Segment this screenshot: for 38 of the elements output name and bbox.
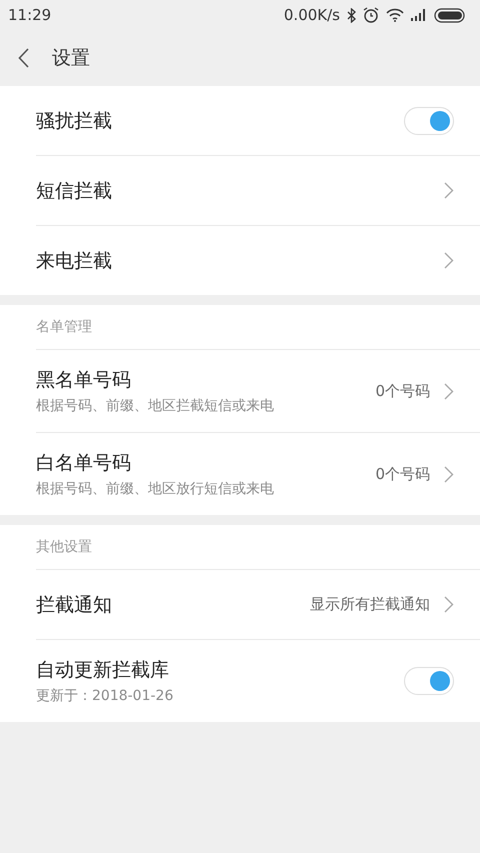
settings-row[interactable]: 白名单号码 根据号码、前缀、地区放行短信或来电 0个号码 [36, 433, 480, 515]
chevron-right-icon [444, 466, 454, 482]
settings-row[interactable]: 自动更新拦截库 更新于：2018-01-26 [36, 640, 480, 722]
section-header: 其他设置 [36, 538, 92, 556]
toggle-switch[interactable] [404, 106, 454, 134]
status-time: 11:29 [8, 6, 52, 24]
section-header: 名单管理 [36, 318, 92, 336]
alarm-icon [363, 7, 379, 23]
page-title: 设置 [52, 46, 90, 71]
signal-icon [411, 9, 427, 21]
row-title: 来电拦截 [36, 248, 113, 274]
row-subtitle: 根据号码、前缀、地区拦截短信或来电 [36, 397, 275, 415]
chevron-right-icon [444, 182, 454, 199]
chevron-right-icon [444, 252, 454, 269]
row-title: 白名单号码 [36, 451, 132, 476]
row-value: 0个号码 [375, 382, 430, 400]
chevron-right-icon [444, 596, 454, 613]
settings-row[interactable]: 拦截通知 显示所有拦截通知 [36, 570, 480, 639]
chevron-right-icon [444, 382, 454, 400]
settings-row[interactable]: 骚扰拦截 [36, 86, 480, 155]
row-title: 黑名单号码 [36, 368, 132, 393]
back-icon[interactable] [18, 48, 30, 68]
settings-row[interactable]: 黑名单号码 根据号码、前缀、地区拦截短信或来电 0个号码 [36, 350, 480, 432]
settings-row[interactable]: 短信拦截 [36, 156, 480, 225]
row-value: 0个号码 [375, 464, 430, 484]
row-subtitle: 更新于：2018-01-26 [36, 687, 174, 705]
row-value: 显示所有拦截通知 [310, 595, 430, 614]
battery-icon [434, 8, 466, 22]
wifi-icon [386, 8, 404, 22]
toggle-switch[interactable] [404, 667, 454, 695]
network-speed: 0.00K/s [284, 6, 340, 24]
row-title: 拦截通知 [36, 592, 113, 618]
row-subtitle: 根据号码、前缀、地区放行短信或来电 [36, 480, 275, 498]
settings-row[interactable]: 来电拦截 [36, 226, 480, 295]
row-title: 短信拦截 [36, 178, 113, 204]
bluetooth-icon [347, 8, 356, 22]
row-title: 骚扰拦截 [36, 108, 113, 134]
row-title: 自动更新拦截库 [36, 658, 170, 683]
